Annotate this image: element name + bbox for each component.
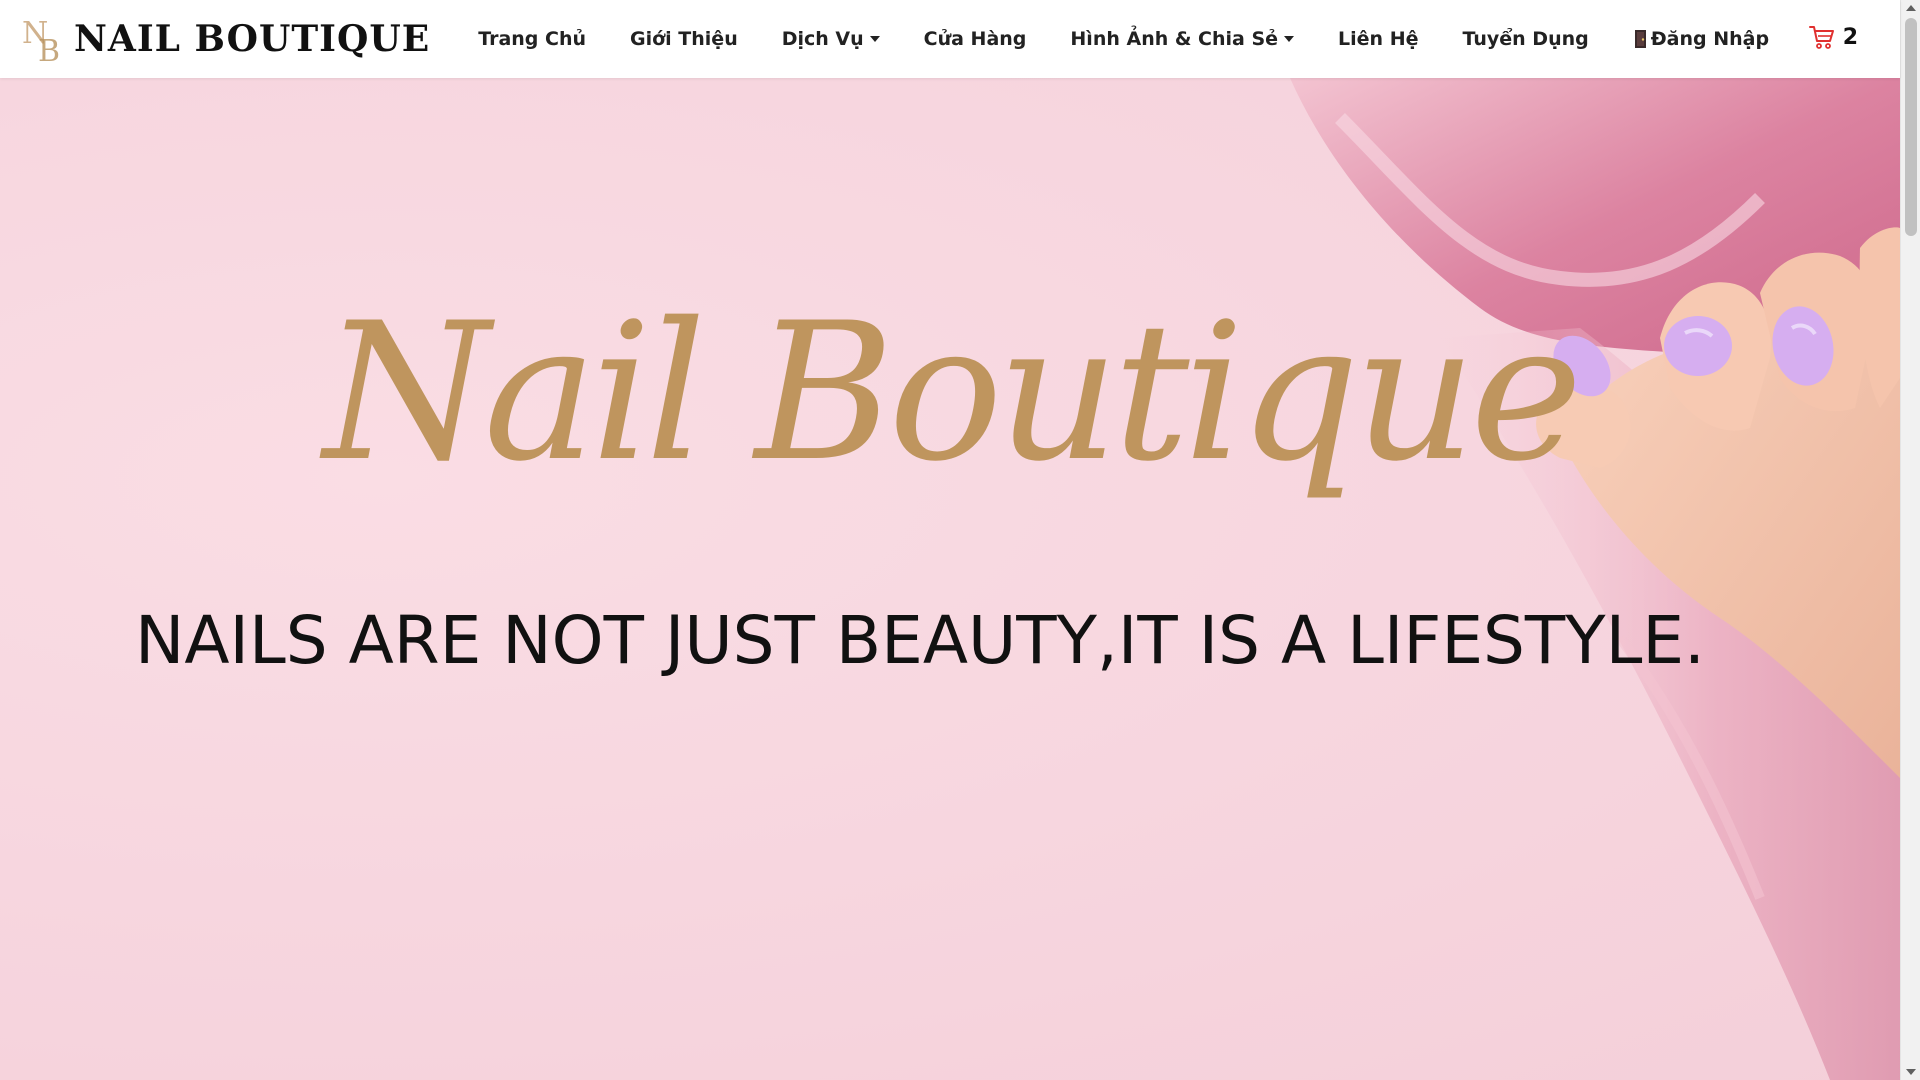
svg-text:B: B — [38, 34, 60, 65]
scroll-thumb[interactable] — [1905, 18, 1917, 236]
nav-item-lien-he[interactable]: Liên Hệ — [1338, 28, 1418, 50]
top-navbar: N B NAIL BOUTIQUE Trang Chủ Giới Thiệu D… — [0, 0, 1900, 78]
page-scrollbar[interactable] — [1900, 0, 1920, 1080]
hero-background-image — [1290, 78, 1900, 1080]
nav-item-label: Tuyển Dụng — [1462, 28, 1589, 50]
cart-icon — [1808, 26, 1834, 49]
nav-item-label: Trang Chủ — [478, 28, 587, 50]
nav-item-label: Hình Ảnh & Chia Sẻ — [1070, 28, 1279, 50]
nav-item-cua-hang[interactable]: Cửa Hàng — [924, 28, 1027, 50]
nav-item-hinh-anh-chia-se[interactable]: Hình Ảnh & Chia Sẻ — [1070, 28, 1295, 50]
cart-button[interactable]: 2 — [1808, 24, 1858, 50]
brand-logo-link[interactable]: N B NAIL BOUTIQUE — [20, 13, 430, 65]
caret-down-icon — [869, 36, 880, 42]
caret-down-icon — [1284, 36, 1295, 42]
hero-script-title: Nail Boutique — [323, 282, 1582, 503]
hero-banner: Nail Boutique NAILS ARE NOT JUST BEAUTY,… — [0, 78, 1900, 1080]
nav-item-tuyen-dung[interactable]: Tuyển Dụng — [1462, 28, 1588, 50]
nav-item-label: Cửa Hàng — [923, 28, 1027, 50]
nav-item-trang-chu[interactable]: Trang Chủ — [478, 28, 586, 50]
nav-item-login[interactable]: Đăng Nhập — [1633, 28, 1769, 50]
login-label: Đăng Nhập — [1650, 28, 1770, 50]
nb-monogram-logo: N B — [22, 16, 60, 65]
nav-item-label: Dịch Vụ — [781, 28, 864, 50]
main-nav: Trang Chủ Giới Thiệu Dịch Vụ Cửa Hàng Hì… — [478, 28, 1813, 50]
scroll-up-arrow-icon[interactable] — [1906, 5, 1916, 11]
scroll-down-arrow-icon[interactable] — [1906, 1069, 1916, 1075]
nav-item-label: Liên Hệ — [1338, 28, 1419, 50]
nav-item-gioi-thieu[interactable]: Giới Thiệu — [630, 28, 738, 50]
door-icon — [1634, 30, 1646, 48]
cart-count-badge: 2 — [1842, 24, 1858, 50]
nav-item-dich-vu[interactable]: Dịch Vụ — [782, 28, 880, 50]
brand-name: NAIL BOUTIQUE — [74, 18, 431, 60]
hero-tagline: NAILS ARE NOT JUST BEAUTY,IT IS A LIFEST… — [134, 602, 1706, 679]
nav-item-label: Giới Thiệu — [630, 28, 738, 50]
